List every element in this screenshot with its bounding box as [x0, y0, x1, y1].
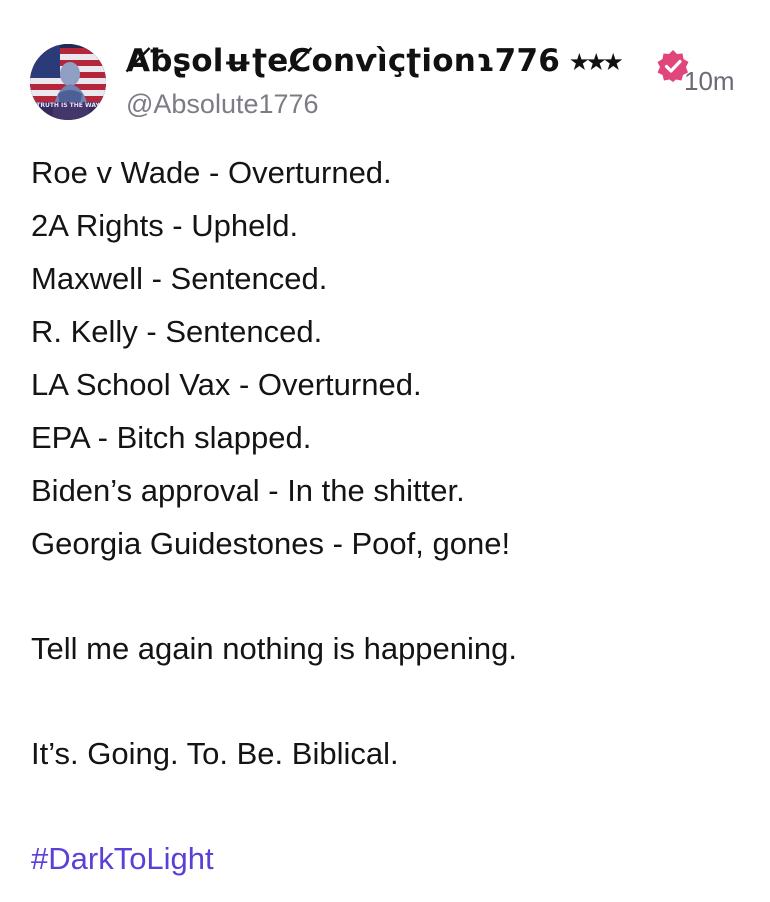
hashtag-link[interactable]: #DarkToLight [31, 832, 517, 885]
post-body: Roe v Wade - Overturned. 2A Rights - Uph… [31, 146, 517, 885]
post-timestamp[interactable]: 10m [684, 66, 735, 97]
post-paragraph: It’s. Going. To. Be. Biblical. [31, 736, 399, 771]
author-handle[interactable]: @Absolute1776 [126, 89, 319, 120]
avatar-image: TRUTH IS THE WAY [30, 44, 106, 120]
author-display-name[interactable]: ȺƀʂolʉʈeȻonѵìçʈionɿ776 ⭑⭑⭑ [126, 43, 622, 80]
post-line: Maxwell - Sentenced. [31, 261, 328, 296]
post-line: Roe v Wade - Overturned. [31, 155, 392, 190]
avatar[interactable]: TRUTH IS THE WAY [30, 44, 106, 120]
post-paragraph: Tell me again nothing is happening. [31, 631, 518, 666]
post-line: R. Kelly - Sentenced. [31, 314, 323, 349]
post-line: LA School Vax - Overturned. [31, 367, 422, 402]
avatar-caption: TRUTH IS THE WAY [36, 102, 100, 109]
post-line: 2A Rights - Upheld. [31, 208, 299, 243]
post-card: TRUTH IS THE WAY ȺƀʂolʉʈeȻonѵìçʈionɿ776 … [0, 0, 770, 902]
post-line: Georgia Guidestones - Poof, gone! [31, 526, 511, 561]
post-line: EPA - Bitch slapped. [31, 420, 312, 455]
post-line: Biden’s approval - In the shitter. [31, 473, 465, 508]
